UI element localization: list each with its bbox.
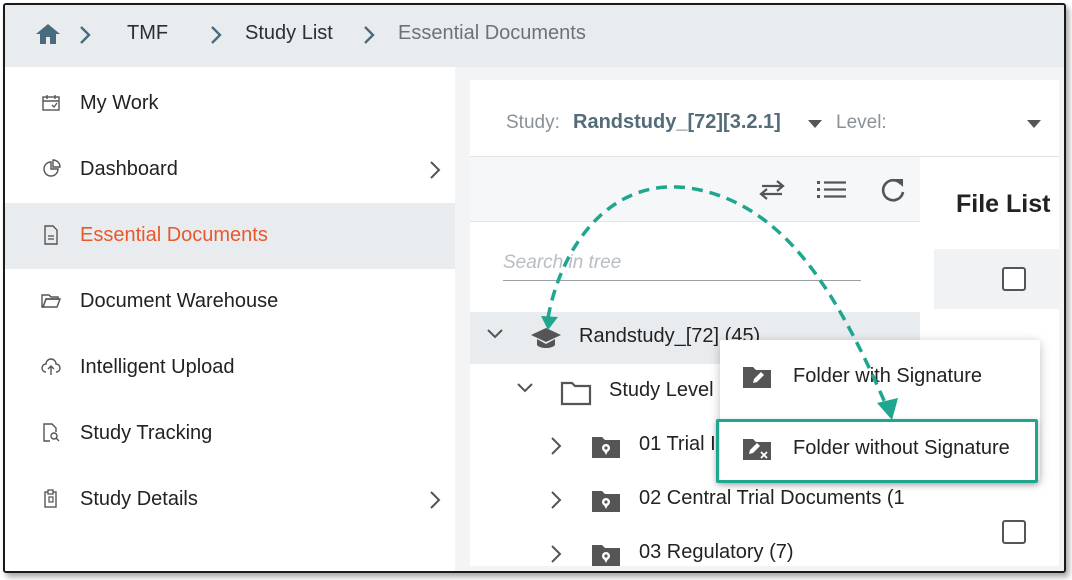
sidebar-item-label: Dashboard	[80, 158, 178, 180]
folder-location-icon	[592, 437, 620, 458]
breadcrumb-item-study-list[interactable]: Study List	[245, 22, 333, 45]
tree-node-label: Study Level	[609, 379, 714, 401]
row-checkbox[interactable]	[1002, 520, 1026, 544]
breadcrumb-item-current: Essential Documents	[398, 22, 586, 44]
sidebar-item-my-work[interactable]: My Work	[5, 71, 455, 137]
tree-search	[503, 252, 861, 281]
list-icon[interactable]	[817, 179, 847, 199]
tree-node-label: 02 Central Trial Documents (1	[639, 487, 905, 509]
tree-node-child-02[interactable]: 02 Central Trial Documents (1	[470, 474, 920, 526]
pie-chart-icon	[43, 159, 61, 177]
file-list-title: File List	[956, 190, 1051, 218]
sidebar-item-intelligent-upload[interactable]: Intelligent Upload	[5, 335, 455, 401]
sidebar-item-essential-documents[interactable]: Essential Documents	[5, 203, 455, 269]
chevron-down-icon[interactable]	[516, 382, 534, 394]
menu-item-folder-without-signature[interactable]: Folder without Signature	[720, 417, 1040, 477]
breadcrumb: TMF Study List Essential Documents	[5, 5, 1064, 67]
folder-location-icon	[592, 491, 620, 512]
document-icon	[44, 225, 58, 245]
chevron-right-icon	[430, 491, 441, 509]
chevron-right-icon	[430, 161, 441, 179]
level-label: Level:	[836, 112, 887, 133]
calendar-check-icon	[42, 95, 60, 111]
sidebar-item-label: Intelligent Upload	[80, 356, 235, 378]
tree-search-input[interactable]	[503, 252, 861, 274]
caret-down-icon[interactable]	[808, 120, 822, 128]
swap-icon[interactable]	[758, 179, 786, 201]
sidebar-item-study-tracking[interactable]: Study Tracking	[5, 401, 455, 467]
graduation-cap-icon	[531, 328, 561, 348]
chevron-right-icon[interactable]	[550, 544, 562, 564]
chevron-right-icon	[364, 26, 375, 44]
sidebar-item-dashboard[interactable]: Dashboard	[5, 137, 455, 203]
sidebar: My Work Dashboard Essential Documents Do…	[5, 67, 455, 571]
study-label: Study:	[506, 112, 560, 133]
folder-open-icon	[41, 294, 61, 308]
sidebar-item-label: Essential Documents	[80, 224, 268, 246]
menu-item-folder-with-signature[interactable]: Folder with Signature	[720, 345, 1040, 405]
study-selector-bar: Study: Randstudy_[72][3.2.1] Level:	[470, 80, 1059, 157]
select-all-checkbox[interactable]	[1002, 267, 1026, 291]
folder-edit-off-icon	[743, 439, 771, 460]
tree-node-label: 03 Regulatory (7)	[639, 541, 794, 563]
sidebar-item-label: My Work	[80, 92, 159, 114]
folder-location-icon	[592, 545, 620, 566]
sidebar-item-label: Study Details	[80, 488, 198, 510]
sidebar-item-document-warehouse[interactable]: Document Warehouse	[5, 269, 455, 335]
file-list-column-header	[934, 249, 1059, 309]
refresh-icon[interactable]	[879, 176, 907, 204]
tree-node-child-03[interactable]: 03 Regulatory (7)	[470, 528, 920, 568]
study-select[interactable]: Randstudy_[72][3.2.1]	[573, 111, 781, 134]
cloud-upload-icon	[41, 358, 61, 375]
chevron-right-icon[interactable]	[550, 490, 562, 510]
menu-item-label: Folder with Signature	[793, 365, 982, 387]
chevron-down-icon[interactable]	[486, 328, 504, 340]
chevron-right-icon	[80, 26, 91, 44]
home-icon[interactable]	[35, 22, 61, 46]
tree-toolbar	[470, 157, 920, 222]
context-menu: Folder with Signature Folder without Sig…	[720, 340, 1040, 480]
folder-outline-icon	[560, 381, 592, 406]
sidebar-item-label: Document Warehouse	[80, 290, 279, 312]
caret-down-icon[interactable]	[1027, 120, 1041, 128]
breadcrumb-item-tmf[interactable]: TMF	[127, 22, 168, 45]
chevron-right-icon	[211, 26, 222, 44]
sidebar-item-study-details[interactable]: Study Details	[5, 467, 455, 533]
chevron-right-icon[interactable]	[550, 436, 562, 456]
sidebar-item-label: Study Tracking	[80, 422, 213, 444]
folder-edit-icon	[743, 367, 771, 388]
menu-item-label: Folder without Signature	[793, 437, 1010, 459]
tree-node-label: 01 Trial I	[639, 433, 716, 455]
clipboard-copy-icon	[44, 489, 57, 508]
file-list-header: File List	[934, 157, 1059, 247]
document-search-icon	[43, 423, 60, 442]
